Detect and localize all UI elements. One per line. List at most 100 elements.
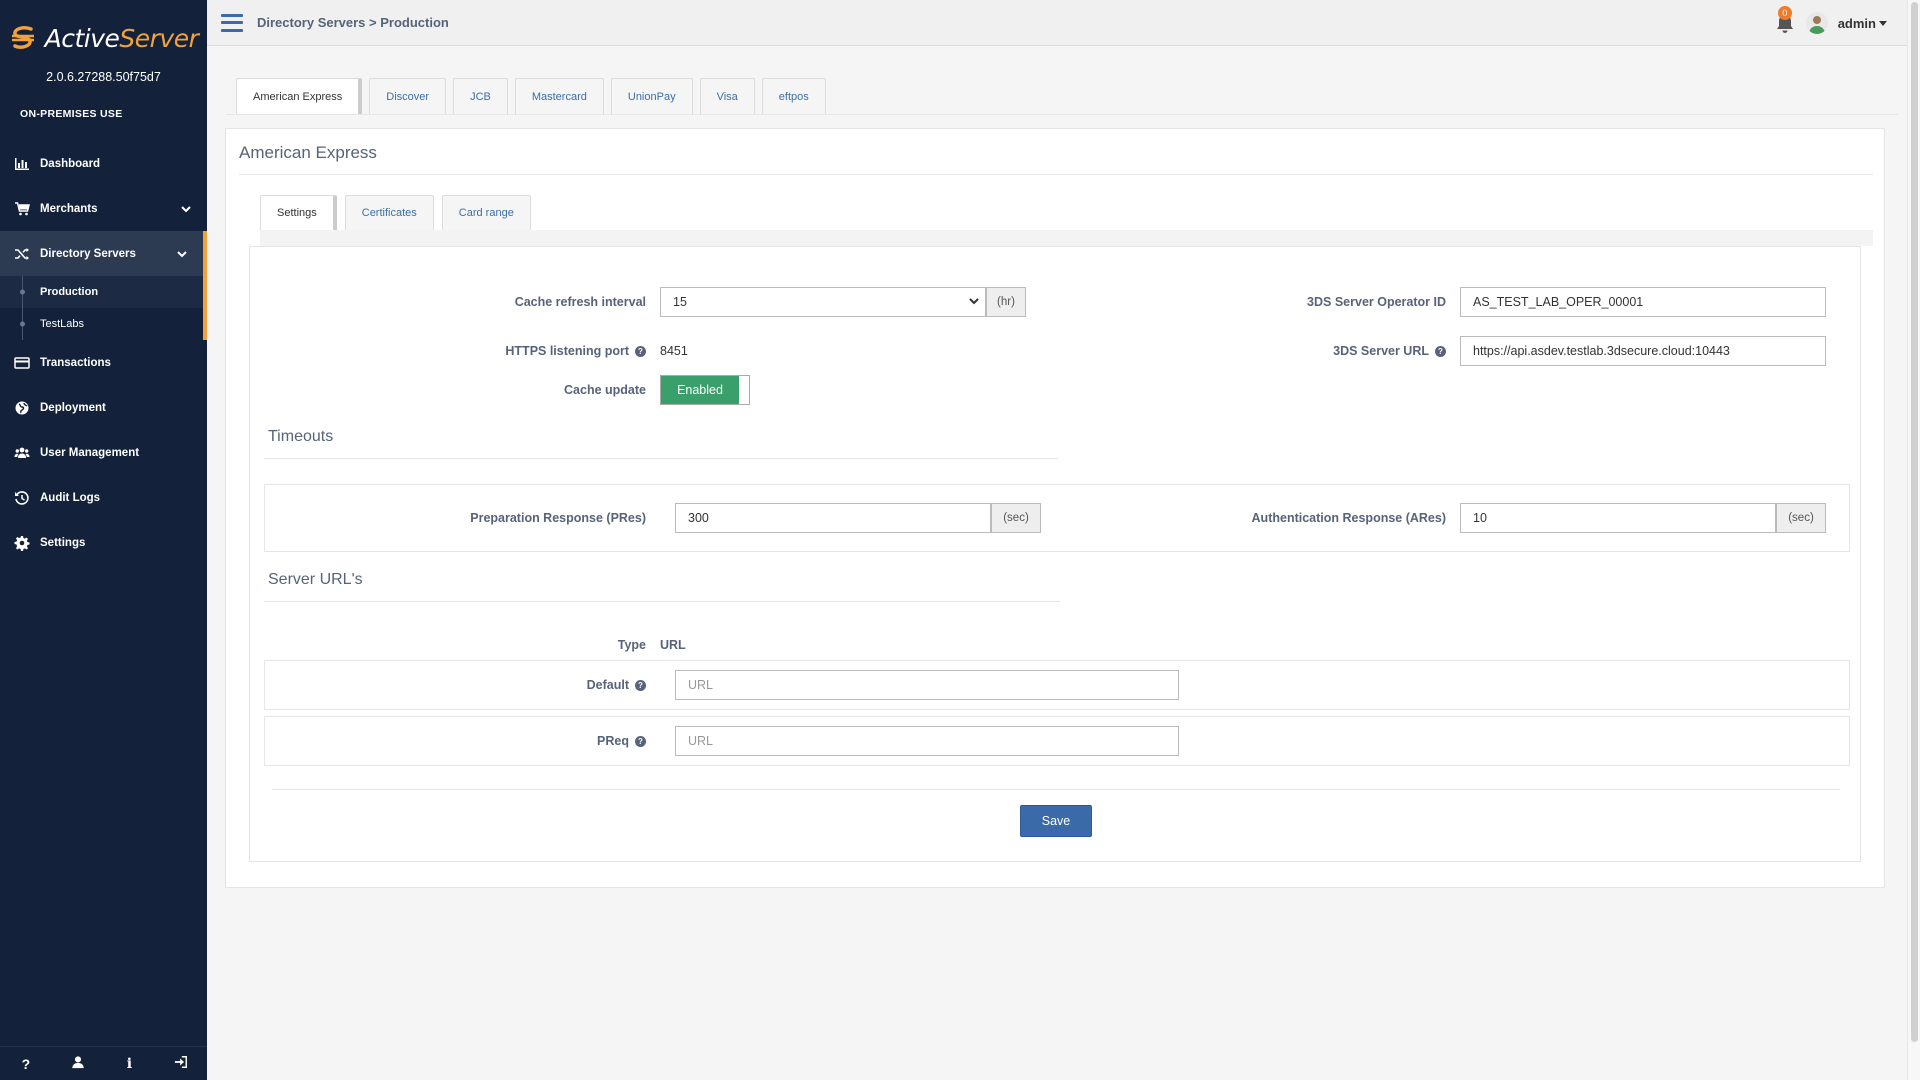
brand-name: ActiveServer bbox=[45, 24, 199, 53]
tab-jcb[interactable]: JCB bbox=[453, 78, 508, 114]
ares-label-text: Authentication Response (ARes) bbox=[1251, 511, 1446, 525]
preq-url-label-text: PReq bbox=[597, 734, 629, 748]
logout-button[interactable] bbox=[166, 1049, 196, 1079]
help-button[interactable]: ? bbox=[11, 1049, 41, 1079]
bar-chart-icon bbox=[13, 155, 31, 173]
chevron-down-icon bbox=[969, 295, 979, 309]
tab-certificates[interactable]: Certificates bbox=[344, 195, 434, 230]
tab-settings[interactable]: Settings bbox=[260, 195, 337, 230]
sidebar-item-label: Transactions bbox=[40, 356, 111, 369]
cache-update-toggle[interactable]: Enabled bbox=[660, 375, 750, 405]
save-button[interactable]: Save bbox=[1020, 805, 1092, 837]
question-circle-icon[interactable]: ? bbox=[635, 345, 646, 357]
topbar-right: 0 admin bbox=[1774, 0, 1887, 46]
sidebar-item-merchants[interactable]: Merchants bbox=[0, 186, 207, 231]
tab-unionpay[interactable]: UnionPay bbox=[610, 78, 693, 114]
notifications-button[interactable]: 0 bbox=[1774, 6, 1796, 34]
app-version: 2.0.6.27288.50f75d7 bbox=[46, 70, 161, 84]
cart-icon bbox=[13, 200, 31, 218]
pres-label-text: Preparation Response (PRes) bbox=[470, 511, 646, 525]
sidebar-item-transactions[interactable]: Transactions bbox=[0, 340, 207, 385]
user-icon bbox=[71, 1055, 85, 1072]
actions-divider bbox=[272, 789, 1840, 790]
cache-refresh-label: Cache refresh interval bbox=[250, 287, 646, 317]
tab-discover[interactable]: Discover bbox=[369, 78, 447, 114]
main-content: American Express Discover JCB Mastercard… bbox=[207, 46, 1907, 1080]
operator-id-label: 3DS Server Operator ID bbox=[1250, 287, 1446, 317]
sidebar: ActiveServer 2.0.6.27288.50f75d7 ON-PREM… bbox=[0, 0, 207, 1080]
card-tab-bar bbox=[260, 230, 1873, 246]
https-port-value: 8451 bbox=[660, 344, 688, 358]
question-circle-icon[interactable]: ? bbox=[1435, 345, 1446, 357]
type-header: Type bbox=[250, 630, 646, 660]
brand-name-part2: Server bbox=[119, 23, 199, 53]
hamburger-menu-icon[interactable] bbox=[221, 13, 243, 32]
gear-icon bbox=[13, 534, 31, 552]
tab-mastercard[interactable]: Mastercard bbox=[514, 78, 604, 114]
url-header: URL bbox=[660, 638, 686, 652]
https-port-label-text: HTTPS listening port bbox=[505, 344, 629, 358]
default-url-placeholder: URL bbox=[688, 678, 714, 692]
card-divider bbox=[239, 174, 1873, 175]
sidebar-item-deployment[interactable]: Deployment bbox=[0, 385, 207, 430]
sidebar-item-user-management[interactable]: User Management bbox=[0, 430, 207, 475]
user-menu[interactable]: admin bbox=[1838, 16, 1887, 31]
sidebar-subitem-testlabs[interactable]: TestLabs bbox=[0, 308, 203, 340]
server-url-input[interactable]: https://api.asdev.testlab.3dsecure.cloud… bbox=[1460, 336, 1826, 366]
sidebar-item-audit-logs[interactable]: Audit Logs bbox=[0, 475, 207, 520]
cache-refresh-select[interactable]: 15 bbox=[660, 287, 986, 317]
scrollbar-thumb[interactable] bbox=[1911, 2, 1918, 1042]
preq-url-input[interactable]: URL bbox=[675, 726, 1179, 756]
directory-servers-subnav: Production TestLabs bbox=[0, 276, 207, 340]
tab-visa[interactable]: Visa bbox=[699, 78, 755, 114]
help-icon: ? bbox=[21, 1055, 31, 1072]
ares-label: Authentication Response (ARes) bbox=[1165, 503, 1446, 533]
info-button[interactable]: i bbox=[114, 1049, 144, 1079]
brand-logo[interactable]: ActiveServer bbox=[9, 23, 199, 53]
sidebar-subitem-production[interactable]: Production bbox=[0, 276, 203, 308]
ares-timeout-value: 10 bbox=[1473, 511, 1487, 525]
cache-refresh-label-text: Cache refresh interval bbox=[514, 295, 646, 309]
sidebar-item-dashboard[interactable]: Dashboard bbox=[0, 141, 207, 186]
directory-server-tabs: American Express Discover JCB Mastercard… bbox=[236, 78, 826, 114]
bullet-icon bbox=[20, 321, 25, 327]
pres-timeout-value: 300 bbox=[688, 511, 709, 525]
timeouts-divider bbox=[264, 458, 1058, 459]
card-tabs: Settings Certificates Card range bbox=[260, 195, 531, 230]
sidebar-footer: ? i bbox=[0, 1046, 207, 1080]
pres-timeout-unit: (sec) bbox=[991, 503, 1041, 533]
server-url-label-text: 3DS Server URL bbox=[1333, 344, 1429, 358]
chevron-down-icon bbox=[177, 249, 187, 259]
operator-id-value: AS_TEST_LAB_OPER_00001 bbox=[1473, 295, 1644, 309]
notification-badge: 0 bbox=[1777, 6, 1792, 20]
cache-refresh-unit: (hr) bbox=[986, 287, 1026, 317]
pres-label: Preparation Response (PRes) bbox=[265, 503, 646, 533]
sidebar-item-settings[interactable]: Settings bbox=[0, 520, 207, 565]
sidebar-item-label: Deployment bbox=[40, 401, 106, 414]
activeserver-logo-icon bbox=[9, 23, 39, 53]
question-circle-icon[interactable]: ? bbox=[635, 679, 646, 691]
avatar[interactable] bbox=[1805, 12, 1828, 34]
server-url-label: 3DS Server URL? bbox=[1250, 336, 1446, 366]
page-scrollbar[interactable] bbox=[1907, 0, 1920, 1080]
tab-american-express[interactable]: American Express bbox=[236, 78, 363, 114]
sidebar-item-directory-servers[interactable]: Directory Servers bbox=[0, 231, 207, 276]
pres-timeout-input[interactable]: 300 bbox=[675, 503, 991, 533]
info-icon: i bbox=[126, 1055, 133, 1072]
profile-button[interactable] bbox=[63, 1049, 93, 1079]
sidebar-nav: Dashboard Merchants Directory Servers Pr… bbox=[0, 141, 207, 565]
default-url-label-text: Default bbox=[586, 678, 629, 692]
caret-down-icon bbox=[1879, 20, 1887, 26]
preq-url-row: PReq? URL bbox=[264, 716, 1850, 766]
sidebar-item-label: Dashboard bbox=[40, 157, 101, 170]
tab-eftpos[interactable]: eftpos bbox=[761, 78, 826, 114]
sidebar-item-label: Directory Servers bbox=[40, 247, 136, 260]
default-url-input[interactable]: URL bbox=[675, 670, 1179, 700]
sidebar-item-label: User Management bbox=[40, 446, 140, 459]
operator-id-label-text: 3DS Server Operator ID bbox=[1307, 295, 1446, 309]
user-name: admin bbox=[1837, 15, 1876, 31]
operator-id-input[interactable]: AS_TEST_LAB_OPER_00001 bbox=[1460, 287, 1826, 317]
question-circle-icon[interactable]: ? bbox=[635, 735, 646, 747]
tab-card-range[interactable]: Card range bbox=[441, 195, 531, 230]
ares-timeout-input[interactable]: 10 bbox=[1460, 503, 1776, 533]
